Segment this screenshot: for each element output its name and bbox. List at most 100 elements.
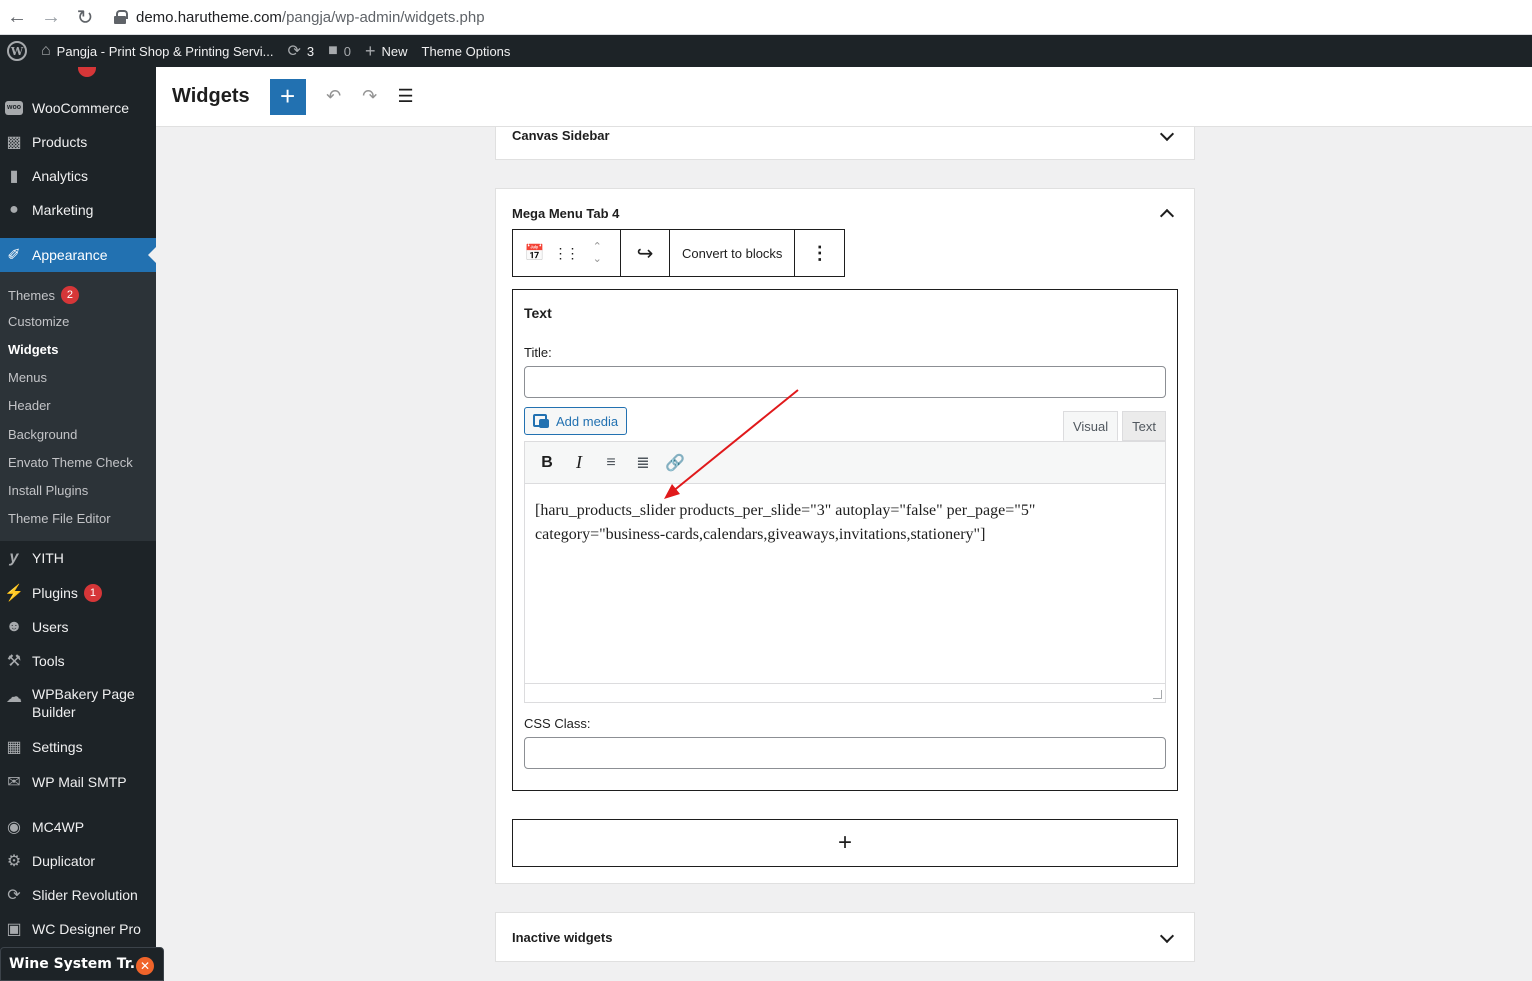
undo-icon[interactable]: ↶ [320,83,348,111]
chevron-down-icon[interactable] [1159,928,1175,944]
new-content-link[interactable]: + New [358,35,415,67]
submenu-item-widgets[interactable]: Widgets [8,342,58,357]
settings-icon: ▦ [6,739,22,756]
back-arrow-icon[interactable]: ← [0,2,34,32]
plugins-update-badge: 1 [83,584,102,602]
comment-icon: ■ [328,42,338,59]
close-icon[interactable]: ✕ [136,957,154,975]
submenu-item-install-plugins[interactable]: Install Plugins [8,483,88,498]
plugins-icon: ⚡ [4,585,24,602]
redo-icon[interactable]: ↷ [356,83,384,111]
users-icon: ☻ [5,618,23,635]
sidebar-item-yith[interactable]: y YITH [0,547,156,569]
editor-toolbar: B I ≡ ≣ 🔗 [525,442,1165,484]
woocommerce-icon: woo [4,98,24,118]
tab-visual[interactable]: Visual [1062,411,1119,441]
updates-icon: ⟳ [287,43,301,60]
page-title: Widgets [172,85,250,107]
yith-icon: y [9,549,19,566]
theme-options-link[interactable]: Theme Options [415,35,518,67]
reload-icon[interactable]: ↻ [68,2,102,32]
chevron-down-icon[interactable] [1159,126,1175,142]
link-icon[interactable]: 🔗 [659,449,691,477]
widget-area-inactive[interactable]: Inactive widgets [495,912,1195,962]
appearance-submenu: Themes 2 Customize Widgets Menus Header … [0,272,156,541]
browser-toolbar: ← → ↻ demo.harutheme.com/pangja/wp-admin… [0,0,1532,35]
more-options-icon[interactable]: ⋮ [795,230,844,276]
resize-handle[interactable] [525,683,1165,702]
italic-icon[interactable]: I [563,449,595,477]
move-up-down-icon[interactable]: ⌃ ⌄ [575,230,620,276]
sidebar-item-settings[interactable]: ▦ Settings [0,736,156,758]
transform-icon[interactable]: ↪ [621,230,669,276]
lock-icon [114,10,128,24]
bold-icon[interactable]: B [531,449,563,477]
comments-link[interactable]: ■ 0 [321,35,358,67]
comments-count: 0 [343,43,351,59]
submenu-item-header[interactable]: Header [8,398,51,413]
admin-bar: W ⌂ Pangja - Print Shop & Printing Servi… [0,35,1532,67]
url-host: demo.harutheme.com [136,8,282,26]
submenu-item-envato-theme-check[interactable]: Envato Theme Check [8,455,133,470]
site-name-link[interactable]: ⌂ Pangja - Print Shop & Printing Servi..… [34,35,280,67]
bulleted-list-icon[interactable]: ≡ [595,449,627,477]
add-block-appender[interactable]: + [512,819,1178,867]
sidebar-item-mc4wp[interactable]: ◉ MC4WP [0,816,156,838]
sidebar-item-contact-partial[interactable] [0,67,156,77]
sidebar-item-tools[interactable]: ⚒ Tools [0,650,156,672]
toast-label: Wine System Tr... [9,956,146,972]
updates-link[interactable]: ⟳ 3 [280,35,321,67]
sidebar-item-wc-designer-pro[interactable]: ▣ WC Designer Pro [0,918,156,940]
add-block-button[interactable]: + [269,78,306,115]
sidebar-item-appearance[interactable]: ✐ Appearance [0,238,156,272]
title-label: Title: [524,345,552,360]
duplicator-icon: ⚙ [6,853,22,870]
list-view-icon[interactable]: ☰ [392,83,420,111]
sidebar-item-slider-revolution[interactable]: ⟳ Slider Revolution [0,884,156,906]
sidebar-item-products[interactable]: ▩ Products [0,131,156,153]
sidebar-item-analytics[interactable]: ▮ Analytics [0,165,156,187]
sidebar-item-duplicator[interactable]: ⚙ Duplicator [0,850,156,872]
submenu-item-menus[interactable]: Menus [8,370,47,385]
tab-text[interactable]: Text [1122,411,1166,441]
css-class-field[interactable] [524,737,1166,769]
sidebar-item-plugins[interactable]: ⚡ Plugins 1 [0,582,156,604]
editor-content-line: [haru_products_slider products_per_slide… [535,502,1036,519]
new-label: New [381,43,408,59]
sidebar-item-woocommerce[interactable]: woo WooCommerce [0,97,156,119]
add-media-button[interactable]: Add media [524,407,627,435]
plus-icon: + [365,40,376,61]
designer-icon: ▣ [6,921,22,938]
numbered-list-icon[interactable]: ≣ [627,449,659,477]
url-path: /pangja/wp-admin/widgets.php [281,8,485,26]
editor-content[interactable]: [haru_products_slider products_per_slide… [525,484,1165,683]
editor-mode-tabs: Visual Text [1062,411,1166,441]
notification-toast[interactable]: Wine System Tr... ✕ [0,947,164,981]
sidebar-item-users[interactable]: ☻ Users [0,616,156,638]
sidebar-item-marketing[interactable]: ● Marketing [0,199,156,221]
address-bar[interactable]: demo.harutheme.com/pangja/wp-admin/widge… [114,9,485,26]
submenu-item-theme-file-editor[interactable]: Theme File Editor [8,511,111,526]
submenu-item-background[interactable]: Background [8,427,77,442]
products-icon: ▩ [6,134,22,151]
site-name: Pangja - Print Shop & Printing Servi... [56,43,274,59]
widget-area-title: Mega Menu Tab 4 [512,206,620,221]
tools-icon: ⚒ [6,653,22,670]
title-field[interactable] [524,366,1166,398]
widget-area-canvas-sidebar[interactable]: Canvas Sidebar [495,126,1195,160]
wpbakery-icon: ☁ [6,689,22,706]
submenu-item-customize[interactable]: Customize [8,314,69,329]
forward-arrow-icon[interactable]: → [34,2,68,32]
calendar-icon[interactable]: 📅 [513,230,557,276]
convert-to-blocks-button[interactable]: Convert to blocks [670,230,794,276]
home-icon: ⌂ [41,42,51,59]
mc4wp-icon: ◉ [7,819,21,836]
sidebar-item-wp-mail-smtp[interactable]: ✉ WP Mail SMTP [0,771,156,793]
chevron-up-icon[interactable] [1159,208,1175,224]
submenu-item-themes[interactable]: Themes 2 [8,286,79,304]
sidebar-item-wpbakery[interactable]: ☁ WPBakery Page Builder [0,685,156,725]
wordpress-logo-icon[interactable]: W [0,35,34,67]
drag-handle-icon[interactable]: ⋮⋮ [554,230,580,276]
analytics-icon: ▮ [9,168,19,185]
rich-text-editor: B I ≡ ≣ 🔗 [haru_products_slider products… [524,441,1166,703]
